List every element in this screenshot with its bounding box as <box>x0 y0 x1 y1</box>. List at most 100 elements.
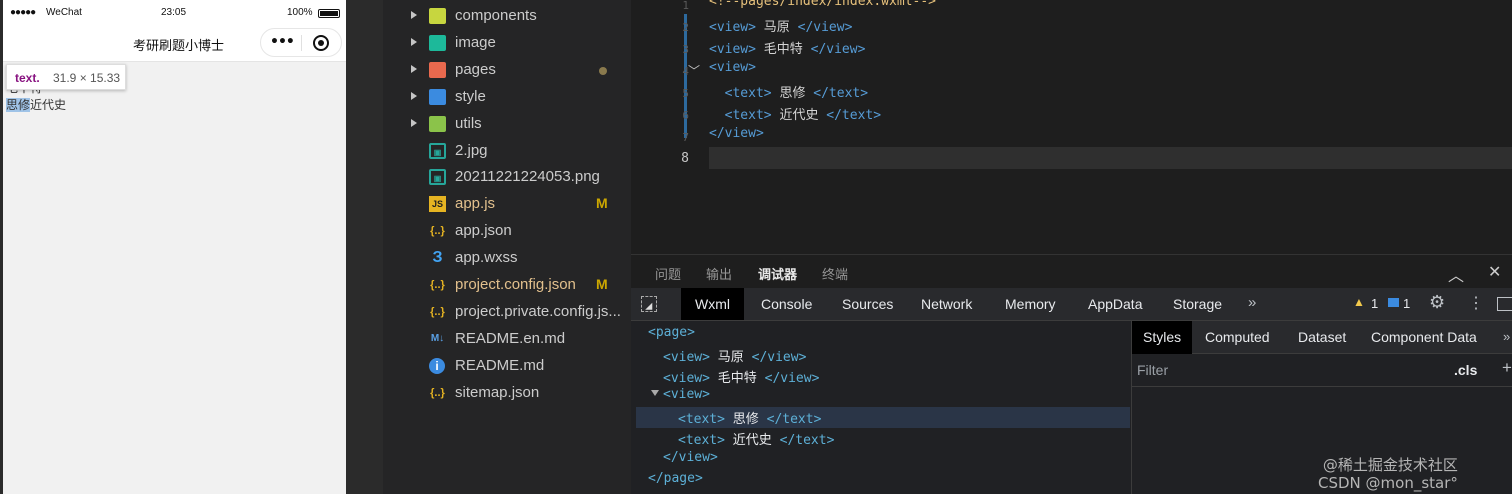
wxml-node[interactable]: <view> 马原 </view> <box>663 346 806 367</box>
bottom-panel-tabs: 问题 输出 调试器 终端 ︿ ✕ <box>631 254 1512 291</box>
file-item[interactable]: ▣ 2.jpg <box>383 138 631 165</box>
wxml-node[interactable]: </view> <box>663 450 718 471</box>
tab-styles[interactable]: Styles <box>1132 321 1193 354</box>
tab-memory[interactable]: Memory <box>1005 288 1056 320</box>
more-tabs-icon[interactable]: » <box>1503 329 1510 344</box>
line-number: 5 <box>682 87 689 100</box>
tab-dataset[interactable]: Dataset <box>1298 321 1346 354</box>
code-editor[interactable]: ﹀ 1 2 3 4 5 6 7 8 <!--pages/index/index.wxml--> <… <box>631 0 1512 254</box>
node-tag: <view> <box>663 370 710 386</box>
code-line[interactable]: <view> 马原 </view> <box>709 16 852 38</box>
kebab-menu-icon[interactable]: ⋮ <box>1468 293 1484 313</box>
tab-console[interactable]: Console <box>761 288 812 320</box>
cls-toggle-button[interactable]: .cls <box>1454 362 1477 378</box>
chevron-right-icon[interactable] <box>411 91 417 100</box>
code-text: 毛中特 <box>755 42 811 57</box>
wxml-tree[interactable]: <page> <view> 马原 </view> <view> 毛中特 </view… <box>631 321 1131 494</box>
node-tag: </view> <box>751 349 807 365</box>
tab-component-data[interactable]: Component Data <box>1371 321 1477 354</box>
collapse-panel-icon[interactable]: ︿ <box>1448 262 1464 286</box>
highlighted-text[interactable]: 思修 <box>6 98 31 112</box>
code-tag: </view> <box>709 126 764 141</box>
tab-computed[interactable]: Computed <box>1205 321 1270 354</box>
file-item[interactable]: {..} project.config.json M <box>383 272 631 299</box>
folder-image-icon <box>429 34 446 51</box>
ide-window: ●●●●● WeChat 23:05 100% 考研刷题小博士 ••• text… <box>0 0 1512 494</box>
file-item[interactable]: {..} app.json <box>383 218 631 245</box>
wxml-node[interactable]: <page> <box>648 325 695 346</box>
folder-item[interactable]: style <box>383 84 631 111</box>
page-title: 考研刷题小博士 <box>133 39 225 54</box>
chevron-right-icon[interactable] <box>411 64 417 73</box>
simulator-panel: ●●●●● WeChat 23:05 100% 考研刷题小博士 ••• text… <box>0 0 383 494</box>
wxml-node[interactable]: <view> <box>663 387 710 408</box>
tab-appdata[interactable]: AppData <box>1088 288 1142 320</box>
file-name-label: app.wxss <box>455 249 518 267</box>
fold-chevron-icon[interactable]: ﹀ <box>688 62 700 79</box>
phone-screen: ●●●●● WeChat 23:05 100% 考研刷题小博士 ••• text… <box>3 0 346 494</box>
folder-item[interactable]: pages <box>383 57 631 84</box>
tab-wxml[interactable]: Wxml <box>681 288 744 320</box>
line-number: 1 <box>682 0 689 12</box>
info-file-icon: i <box>429 357 445 374</box>
code-line[interactable]: <text> 近代史 </text> <box>709 104 881 126</box>
code-line[interactable]: <view> 毛中特 </view> <box>709 38 865 60</box>
file-item[interactable]: i README.md <box>383 353 631 380</box>
expand-triangle-icon[interactable] <box>651 390 659 396</box>
code-text: 马原 <box>755 20 798 35</box>
more-icon[interactable]: ••• <box>270 34 295 50</box>
file-item[interactable]: Зapp.wxss <box>383 245 631 272</box>
chevron-right-icon[interactable] <box>411 37 417 46</box>
tab-output[interactable]: 输出 <box>706 264 732 283</box>
signal-icon: ●●●●● <box>10 7 36 18</box>
message-icon[interactable] <box>1388 298 1399 307</box>
file-item[interactable]: {..} sitemap.json <box>383 380 631 407</box>
warning-count[interactable]: 1 <box>1371 296 1378 311</box>
tab-sources[interactable]: Sources <box>842 288 893 320</box>
folder-item[interactable]: utils <box>383 111 631 138</box>
dock-side-icon[interactable] <box>1497 297 1512 311</box>
folder-item[interactable]: components <box>383 3 631 30</box>
chevron-right-icon[interactable] <box>411 118 417 127</box>
wxml-node[interactable]: <text> 思修 </text> <box>678 408 821 429</box>
folder-item[interactable]: image <box>383 30 631 57</box>
chevron-right-icon[interactable] <box>411 11 417 19</box>
inspect-element-icon[interactable] <box>641 296 657 312</box>
styles-filter-input[interactable] <box>1137 358 1442 382</box>
code-line[interactable]: </view> <box>709 126 764 148</box>
new-rule-button[interactable]: + <box>1502 358 1512 378</box>
close-mini-program-icon[interactable] <box>313 35 329 51</box>
tab-network[interactable]: Network <box>921 288 972 320</box>
tooltip-tag: text. <box>15 71 40 85</box>
tab-terminal[interactable]: 终端 <box>822 264 848 283</box>
code-line[interactable]: <text> 思修 </text> <box>709 82 868 104</box>
code-tag: <view> <box>709 60 756 75</box>
close-panel-icon[interactable]: ✕ <box>1488 262 1501 281</box>
wxml-node[interactable]: <text> 近代史 </text> <box>678 429 834 450</box>
tab-storage[interactable]: Storage <box>1173 288 1222 320</box>
file-item[interactable]: JS app.js M <box>383 191 631 218</box>
unsaved-changes-dot <box>599 66 607 75</box>
code-line[interactable]: <!--pages/index/index.wxml--> <box>709 0 936 16</box>
more-tabs-icon[interactable]: » <box>1248 294 1256 311</box>
file-item[interactable]: ▣ 20211221224053.png <box>383 164 631 191</box>
warning-icon[interactable]: ▲ <box>1353 295 1365 309</box>
page-text[interactable]: 近代史 <box>30 98 66 112</box>
wxml-node[interactable]: </page> <box>648 471 703 492</box>
capsule-button[interactable]: ••• <box>260 28 342 57</box>
wxml-node[interactable]: <view> 毛中特 </view> <box>663 367 819 388</box>
tab-debugger[interactable]: 调试器 <box>758 264 798 291</box>
file-item[interactable]: {..} project.private.config.js... <box>383 299 631 326</box>
message-count[interactable]: 1 <box>1403 296 1410 311</box>
file-item[interactable]: M↓ README.en.md <box>383 326 631 353</box>
capsule-divider <box>301 35 302 51</box>
node-text: 思修 <box>724 412 767 428</box>
styles-tabs: Styles Computed Dataset Component Data » <box>1132 321 1512 354</box>
settings-gear-icon[interactable]: ⚙ <box>1429 292 1445 313</box>
file-name-label: style <box>455 87 486 105</box>
code-line[interactable]: <view> <box>709 60 756 82</box>
line-number: 4 <box>682 65 689 78</box>
node-tag: </text> <box>766 412 822 428</box>
tab-problems[interactable]: 问题 <box>655 264 681 283</box>
